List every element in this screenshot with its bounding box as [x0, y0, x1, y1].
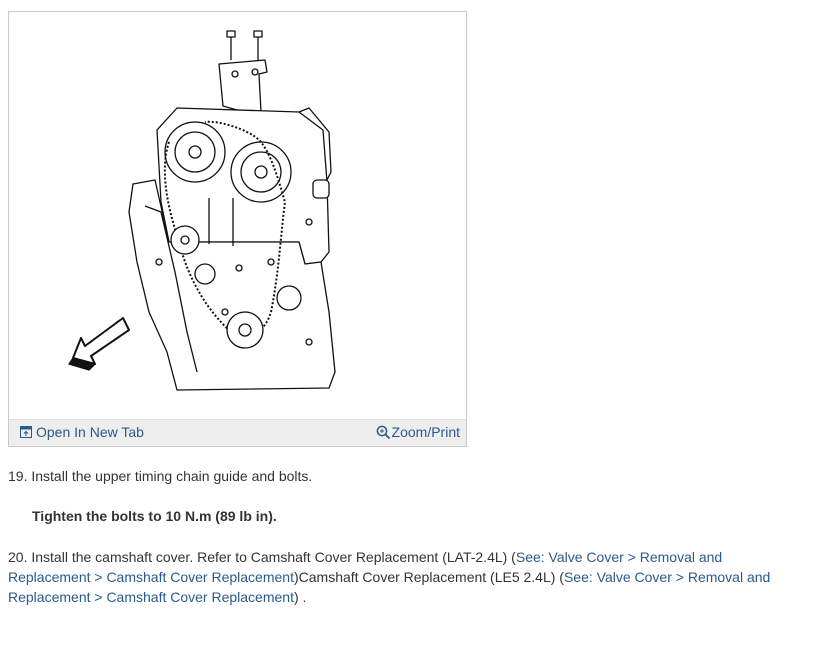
engine-timing-diagram: [68, 30, 336, 391]
illustration-frame: Open In New Tab Zoom/Print: [8, 11, 467, 447]
step-20-prefix: 20. Install the camshaft cover. Refer to…: [8, 549, 516, 565]
torque-note: Tighten the bolts to 10 N.m (89 lb in).: [32, 508, 277, 524]
figure-toolbar: Open In New Tab Zoom/Print: [9, 419, 466, 446]
step-20-suffix: ) .: [293, 589, 307, 605]
zoom-print-label: Zoom/Print: [391, 424, 460, 440]
zoom-in-icon: [376, 425, 390, 439]
open-in-new-tab-link[interactable]: Open In New Tab: [20, 424, 144, 440]
step-20-paragraph: 20. Install the camshaft cover. Refer to…: [8, 547, 798, 607]
zoom-print-link[interactable]: Zoom/Print: [376, 424, 460, 440]
step-20-middle: )Camshaft Cover Replacement (LE5 2.4L) (: [293, 569, 564, 585]
open-in-new-tab-label: Open In New Tab: [36, 424, 144, 440]
open-tab-icon: [20, 426, 32, 438]
step-19-text: 19. Install the upper timing chain guide…: [8, 468, 313, 484]
